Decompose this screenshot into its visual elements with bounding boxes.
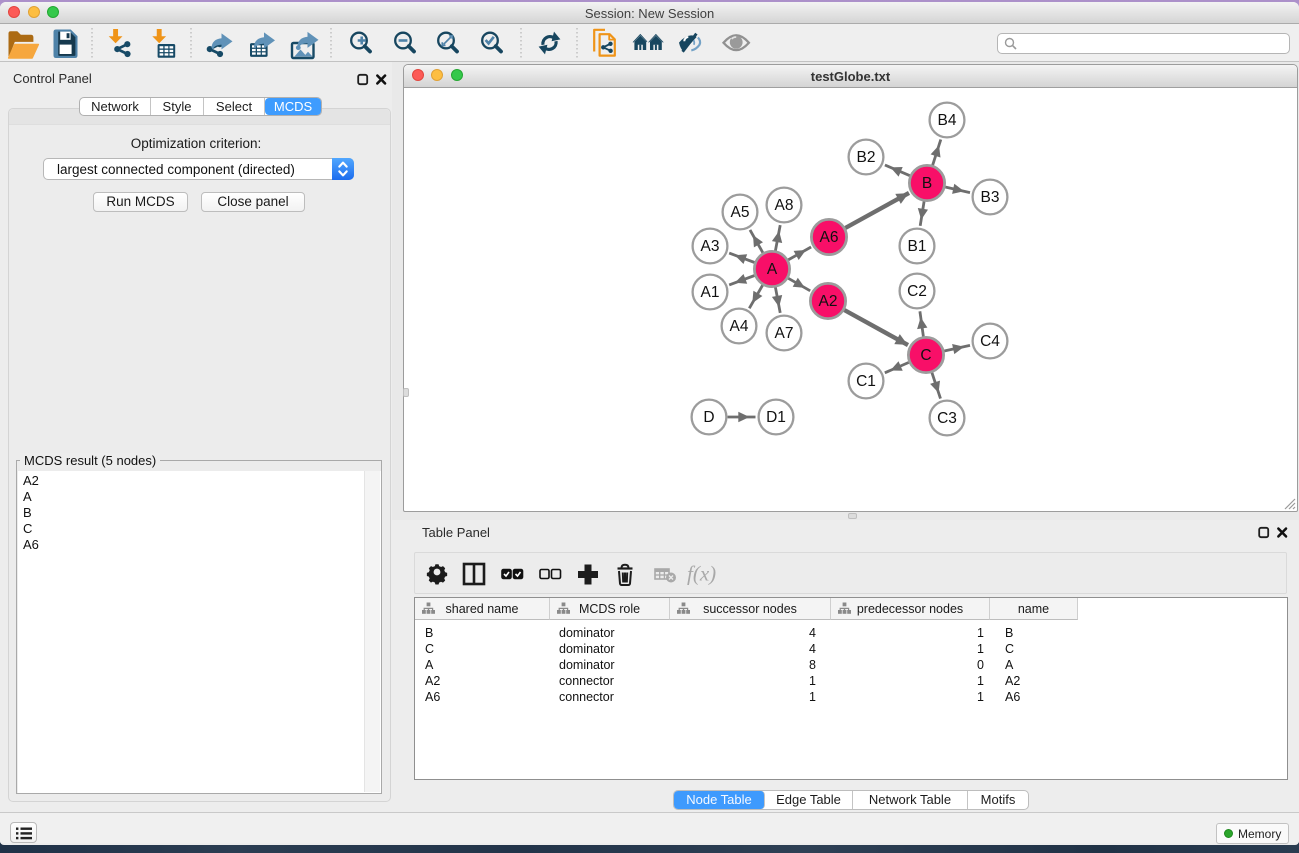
svg-text:B4: B4 — [938, 112, 957, 129]
svg-text:C: C — [920, 347, 931, 364]
svg-text:A4: A4 — [730, 318, 749, 335]
svg-text:D: D — [703, 409, 714, 426]
svg-text:A5: A5 — [731, 204, 750, 221]
svg-text:A7: A7 — [775, 325, 794, 342]
svg-text:A1: A1 — [701, 284, 720, 301]
svg-text:D1: D1 — [766, 409, 786, 426]
svg-text:B3: B3 — [981, 189, 1000, 206]
svg-text:B: B — [922, 175, 932, 192]
svg-text:C4: C4 — [980, 333, 1000, 350]
svg-text:A: A — [767, 261, 778, 278]
svg-text:B1: B1 — [908, 238, 927, 255]
svg-text:A2: A2 — [819, 293, 838, 310]
svg-text:A8: A8 — [775, 197, 794, 214]
svg-text:C1: C1 — [856, 373, 876, 390]
svg-text:f(x): f(x) — [687, 562, 716, 586]
svg-text:A3: A3 — [701, 238, 720, 255]
svg-text:C2: C2 — [907, 283, 927, 300]
svg-text:A6: A6 — [820, 229, 839, 246]
svg-text:C3: C3 — [937, 410, 957, 427]
svg-text:B2: B2 — [857, 149, 876, 166]
